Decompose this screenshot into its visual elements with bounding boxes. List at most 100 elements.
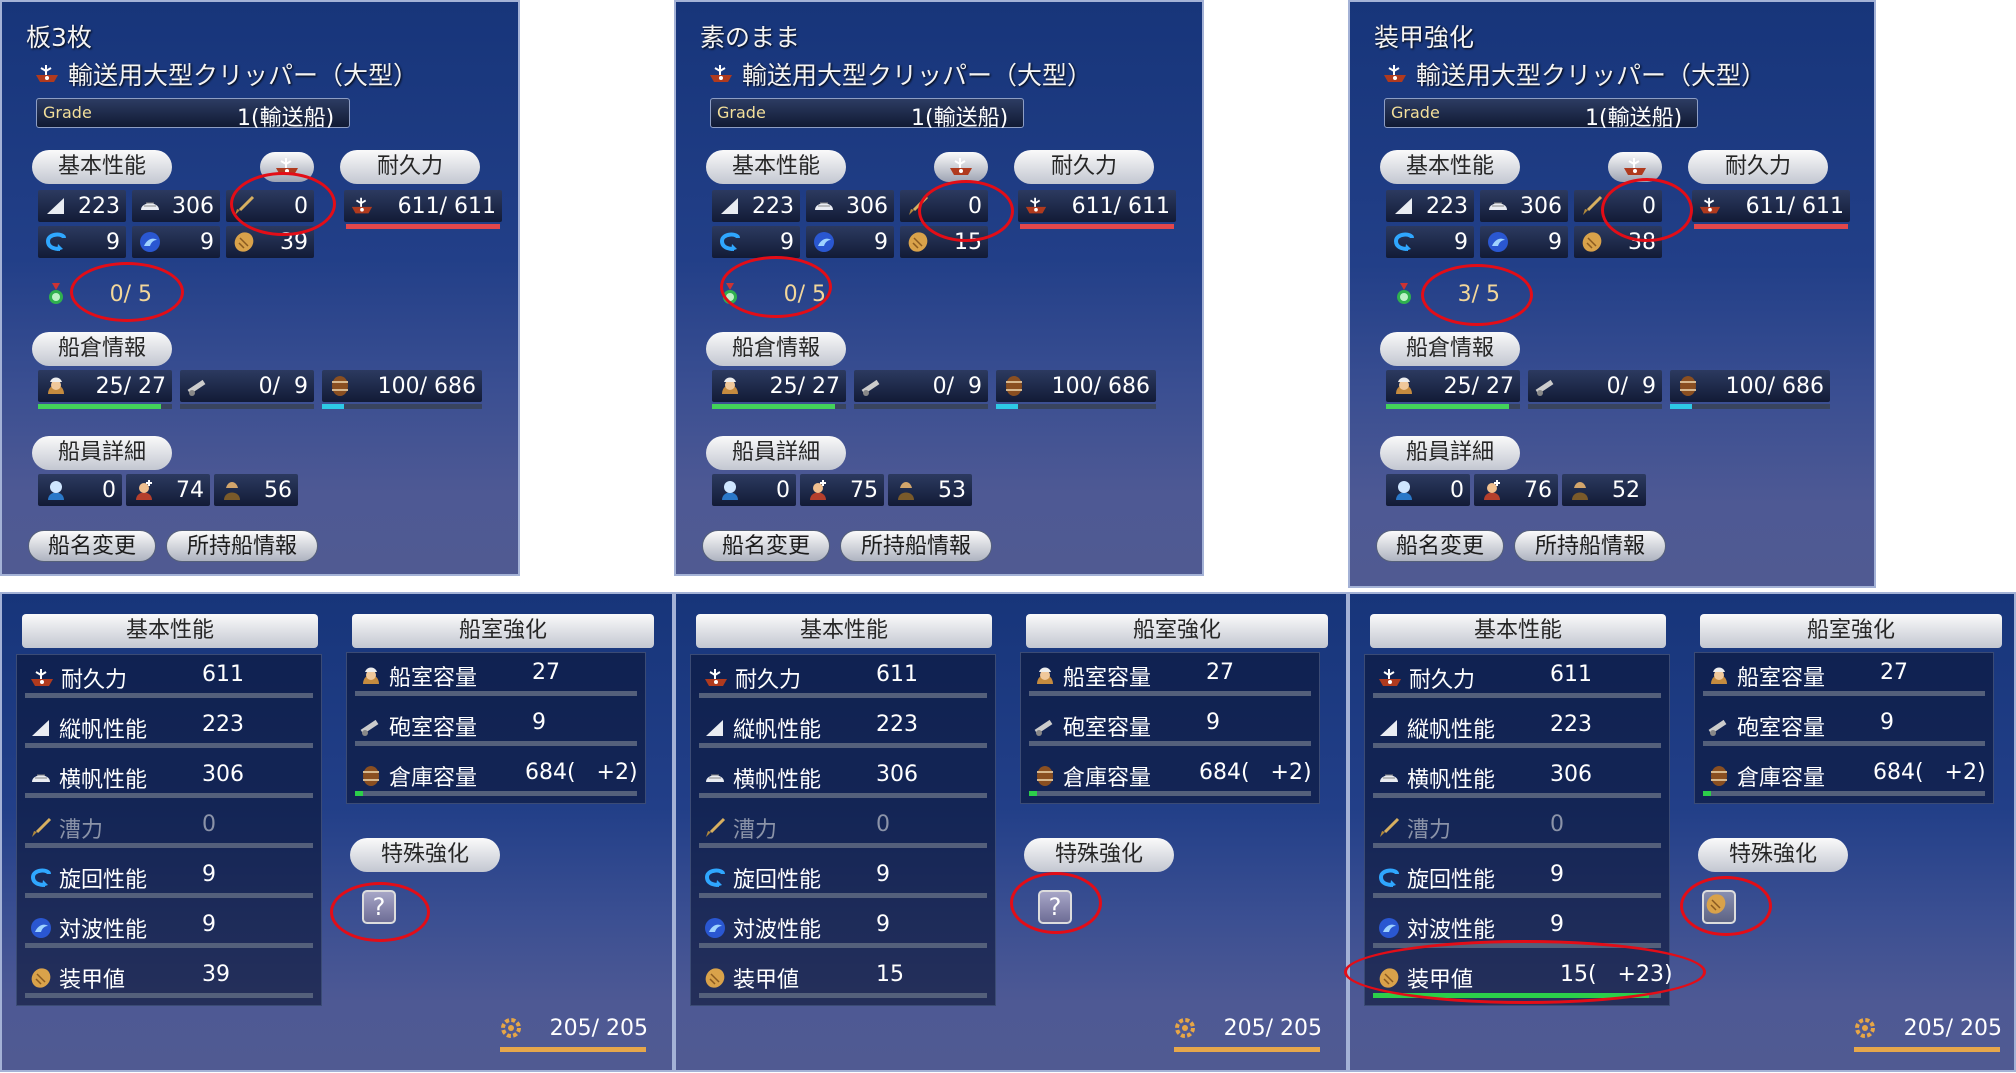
vertical-sail-stat-value: 223 [78,193,120,219]
cabin-label-text: 船室容量 [389,666,478,691]
cabin-label: 砲室容量 [1033,710,1151,742]
cabin-row: 倉庫容量 684( +2) [1695,753,1993,799]
cabin-row: 船室容量 27 [1021,653,1319,699]
stat-bar [1373,843,1661,848]
surveyor-stat: 56 [214,474,298,506]
navigator-icon [806,478,830,502]
owned-ship-info-button[interactable]: 所持船情報 [1514,530,1666,562]
cabin-bar [1703,741,1985,746]
ship-enhancement-panel-1: 基本性能 船室強化 耐久力 611 縦帆性能 223 横帆性能 306 漕力 0 旋回性能 9 対波性能… [0,592,674,1072]
rename-ship-button[interactable]: 船名変更 [28,530,156,562]
gear-icon [1852,1015,1878,1041]
panel-title: 装甲強化 [1374,23,1475,52]
cabin-label-text: 砲室容量 [1737,716,1826,741]
durability-stat-value: 611/ 611 [397,193,496,219]
special-enhancement-header: 特殊強化 [1698,838,1848,872]
turn-icon [1377,866,1401,890]
cargo-bar [322,404,482,409]
stat-label-text: 縦帆性能 [1407,718,1496,743]
cabin-capacity-stat: 25/ 27 [712,370,846,402]
stat-label: 縦帆性能 [29,712,147,744]
stat-label: 耐久力 [703,662,801,694]
barrel-icon [359,764,383,788]
ship-icon [703,667,729,689]
gear-icon [1172,1015,1198,1041]
square-sail-icon [703,766,727,790]
owned-ship-info-button[interactable]: 所持船情報 [840,530,992,562]
highlight-circle [1601,178,1693,242]
stat-row: 耐久力 611 [17,655,321,701]
basic-stats-list: 耐久力 611 縦帆性能 223 横帆性能 306 漕力 0 旋回性能 9 対波性能 9 装甲値 39 [16,654,322,1006]
special-enhancement-header: 特殊強化 [350,838,500,872]
cabin-label-text: 砲室容量 [1063,716,1152,741]
cabin-value: 684( +2) [1873,760,1986,785]
cabin-value: 9 [1880,710,1894,735]
stat-label-text: 漕力 [1407,818,1452,843]
stat-label: 旋回性能 [703,862,821,894]
turn-icon [718,230,742,254]
cargo-bar [996,404,1156,409]
fighter-stat: 0 [712,474,796,506]
durability-stat-value: 611/ 611 [1745,193,1844,219]
hold-info-header: 船倉情報 [706,332,846,366]
stat-row: 縦帆性能 223 [17,705,321,751]
stat-row: 耐久力 611 [691,655,995,701]
stat-label-text: 耐久力 [61,668,128,693]
rename-ship-button[interactable]: 船名変更 [1376,530,1504,562]
stat-label: 旋回性能 [29,862,147,894]
vertical-sail-stat: 223 [712,190,800,222]
basic-performance-header: 基本性能 [1370,614,1666,648]
cabin-row: 砲室容量 9 [347,703,645,749]
stat-label-text: 装甲値 [59,968,126,993]
stat-bar [699,693,987,698]
footer-capacity: 205/ 205 [1852,1012,2002,1052]
stat-bar [25,943,313,948]
barrel-icon [1676,374,1700,398]
cabin-bar [712,404,846,409]
highlight-circle [1680,876,1772,936]
rename-ship-button[interactable]: 船名変更 [702,530,830,562]
cabin-bar [1029,691,1311,696]
ship-icon [350,194,374,218]
basic-stats-list: 耐久力 611 縦帆性能 223 横帆性能 306 漕力 0 旋回性能 9 対波性能 9 装甲値 15 [690,654,996,1006]
durability-stat: 611/ 611 [344,190,502,222]
stat-row: 旋回性能 9 [1365,855,1669,901]
fighter-stat: 0 [38,474,122,506]
stat-value: 9 [1550,862,1564,887]
stat-value: 223 [876,712,918,737]
cabin-label: 船室容量 [1707,660,1825,692]
stat-label-text: 旋回性能 [59,868,148,893]
highlight-circle [230,172,336,236]
navigator-stat-value: 75 [850,477,878,503]
square-sail-icon [812,194,836,218]
stat-row: 縦帆性能 223 [1365,705,1669,751]
panel-title: 素のまま [700,23,801,52]
barrel-icon [1033,764,1057,788]
hold-info-header: 船倉情報 [32,332,172,366]
sailor-icon [1392,374,1416,398]
turning-stat: 9 [38,226,126,258]
cabin-enhancement-header: 船室強化 [1700,614,2002,648]
durability-header: 耐久力 [340,150,480,184]
footer-capacity-value: 205/ 205 [1903,1015,2002,1041]
durability-bar [1020,224,1174,229]
cannon-icon [1707,714,1731,738]
turning-stat-value: 9 [106,229,120,255]
stat-row: 旋回性能 9 [17,855,321,901]
crew-details-header: 船員詳細 [706,436,846,470]
cabin-bar [355,691,637,696]
stat-label-text: 旋回性能 [1407,868,1496,893]
ship-view-button[interactable] [934,152,988,182]
cabin-bar [38,404,172,409]
cabin-value: 27 [1880,660,1908,685]
stat-label-text: 装甲値 [733,968,800,993]
highlight-circle [720,256,832,318]
stat-row: 装甲値 15 [691,955,995,1001]
sail-icon [29,716,53,740]
armor-icon [1580,230,1604,254]
sail-icon [703,716,727,740]
stat-value: 39 [202,962,230,987]
stat-bar [1373,693,1661,698]
turn-icon [1392,230,1416,254]
owned-ship-info-button[interactable]: 所持船情報 [166,530,318,562]
